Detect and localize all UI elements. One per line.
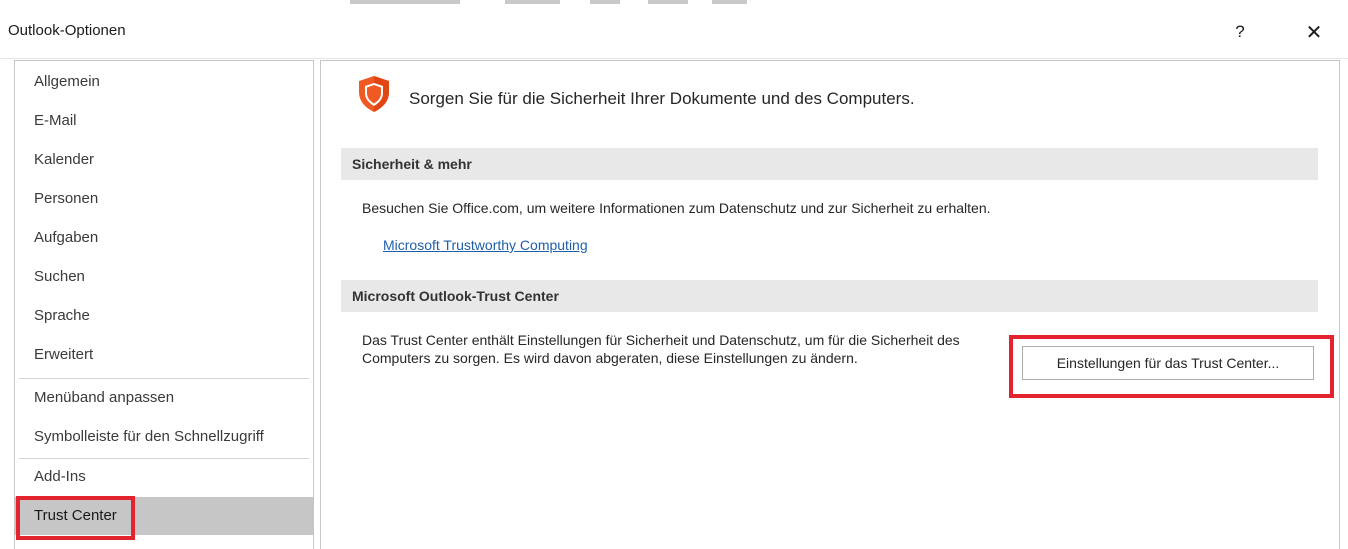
highlight-trust-center-button bbox=[1009, 335, 1334, 398]
sidebar-item-personen[interactable]: Personen bbox=[15, 180, 313, 218]
main-panel: Sorgen Sie für die Sicherheit Ihrer Doku… bbox=[320, 60, 1340, 549]
page-headline: Sorgen Sie für die Sicherheit Ihrer Doku… bbox=[409, 89, 915, 108]
help-button[interactable]: ? bbox=[1222, 14, 1258, 50]
sidebar-item-erweitert[interactable]: Erweitert bbox=[15, 336, 313, 374]
section-heading-trust-center: Microsoft Outlook-Trust Center bbox=[341, 280, 1318, 312]
trustworthy-computing-link[interactable]: Microsoft Trustworthy Computing bbox=[383, 237, 588, 253]
trust-center-description: Das Trust Center enthält Einstellungen f… bbox=[362, 332, 960, 366]
highlight-trust-center-item bbox=[16, 496, 135, 540]
sidebar-item-suchen[interactable]: Suchen bbox=[15, 258, 313, 296]
sidebar-item-menueband[interactable]: Menüband anpassen bbox=[15, 379, 313, 417]
shield-icon bbox=[359, 76, 389, 112]
sidebar-item-aufgaben[interactable]: Aufgaben bbox=[15, 219, 313, 257]
options-sidebar: Allgemein E-Mail Kalender Personen Aufga… bbox=[14, 60, 314, 549]
sidebar-item-sprache[interactable]: Sprache bbox=[15, 297, 313, 335]
close-button[interactable]: ✕ bbox=[1296, 14, 1332, 50]
sidebar-item-kalender[interactable]: Kalender bbox=[15, 141, 313, 179]
sidebar-item-addins[interactable]: Add-Ins bbox=[15, 458, 313, 496]
sidebar-item-email[interactable]: E-Mail bbox=[15, 102, 313, 140]
security-info-text: Besuchen Sie Office.com, um weitere Info… bbox=[362, 200, 991, 216]
sidebar-item-allgemein[interactable]: Allgemein bbox=[15, 63, 313, 101]
window-title: Outlook-Optionen bbox=[8, 22, 126, 39]
section-heading-security: Sicherheit & mehr bbox=[341, 148, 1318, 180]
sidebar-item-schnellzugriff[interactable]: Symbolleiste für den Schnellzugriff bbox=[15, 418, 313, 456]
title-bar: Outlook-Optionen ? ✕ bbox=[0, 6, 1348, 59]
